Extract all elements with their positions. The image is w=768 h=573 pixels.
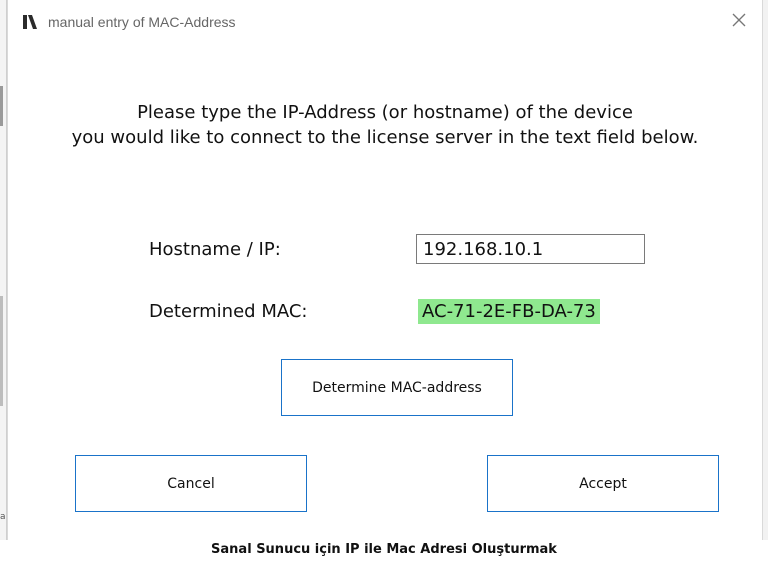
cancel-button[interactable]: Cancel: [75, 455, 307, 512]
window-title: manual entry of MAC-Address: [48, 14, 236, 30]
close-icon: [732, 12, 746, 31]
mac-label: Determined MAC:: [149, 301, 308, 322]
instruction-text: Please type the IP-Address (or hostname)…: [8, 100, 762, 150]
image-caption: Sanal Sunucu için IP ile Mac Adresi Oluş…: [211, 542, 557, 557]
background-scroll-mark: [0, 296, 3, 406]
background-scroll-mark: [0, 86, 3, 126]
accept-button[interactable]: Accept: [487, 455, 719, 512]
title-bar[interactable]: manual entry of MAC-Address: [8, 0, 762, 44]
close-button[interactable]: [726, 8, 752, 34]
app-logo-icon: [22, 14, 38, 30]
determined-mac-value: AC-71-2E-FB-DA-73: [418, 299, 600, 324]
background-text-fragment: a: [0, 512, 6, 522]
background-window-left-edge: [0, 0, 7, 540]
hostname-label: Hostname / IP:: [149, 239, 281, 260]
hostname-input[interactable]: [416, 234, 645, 264]
instruction-line: you would like to connect to the license…: [71, 127, 699, 148]
instruction-line: Please type the IP-Address (or hostname)…: [137, 102, 633, 123]
mac-entry-dialog: manual entry of MAC-Address Please type …: [7, 0, 763, 540]
determine-mac-button[interactable]: Determine MAC-address: [281, 359, 513, 416]
screenshot-stage: a manual entry of MAC-Address Please typ…: [0, 0, 768, 573]
